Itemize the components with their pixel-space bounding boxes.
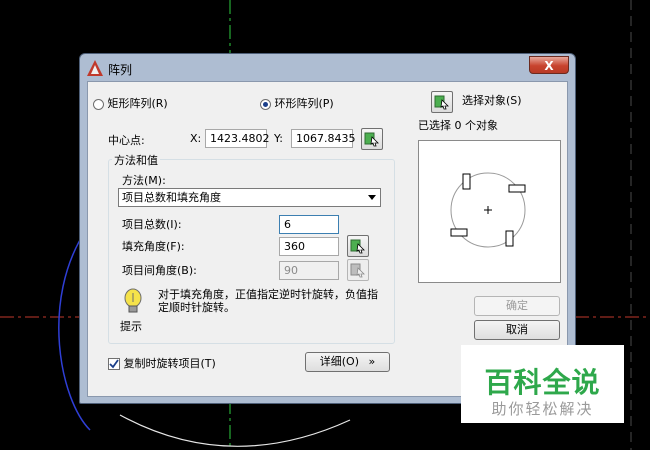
method-group-title: 方法和值 xyxy=(112,152,160,168)
checkmark-icon xyxy=(109,359,119,369)
select-objects-label-group: 选择对象(S) xyxy=(462,92,522,108)
pick-angle-disabled-icon xyxy=(350,263,365,278)
center-x-field[interactable]: 1423.4802 xyxy=(205,129,270,148)
tip-text: 对于填充角度，正值指定逆时针旋转，负值指定顺时针旋转。 xyxy=(158,288,378,314)
autocad-app-icon xyxy=(87,60,103,76)
details-label: 详细 xyxy=(319,355,342,368)
preview-drawing xyxy=(450,172,526,248)
pick-angle-icon xyxy=(350,239,365,254)
pick-angle-between-button xyxy=(347,259,369,281)
polar-array-option[interactable]: 环形阵列(P) xyxy=(260,95,334,111)
tip-label: 提示 xyxy=(120,320,142,333)
rotate-items-label: 复制时旋转项目 xyxy=(123,357,201,370)
cancel-button[interactable]: 取消 xyxy=(474,320,560,340)
angle-between-label: 项目间角度(B): xyxy=(122,264,197,277)
center-x-label: X: xyxy=(190,132,202,145)
dialog-title: 阵列 xyxy=(108,63,133,77)
rect-array-option[interactable]: 矩形阵列(R) xyxy=(93,95,168,111)
details-key: (O) xyxy=(341,355,359,368)
rect-array-key: (R) xyxy=(151,97,168,110)
select-objects-icon xyxy=(434,95,449,110)
white-arc xyxy=(119,414,351,447)
dropdown-arrow-icon xyxy=(368,195,376,200)
total-items-field[interactable]: 6 xyxy=(279,215,339,234)
total-items-label: 项目总数(I): xyxy=(122,218,182,231)
polar-array-key: (P) xyxy=(318,97,334,110)
select-objects-label: 选择对象 xyxy=(462,94,506,107)
details-button[interactable]: 详细(O) » xyxy=(305,352,390,372)
watermark: 百科全说 助你轻松解决 xyxy=(461,345,624,423)
pick-center-button[interactable] xyxy=(361,128,383,150)
details-chevron-icon: » xyxy=(368,355,376,368)
rect-array-label: 矩形阵列 xyxy=(107,97,152,110)
fill-angle-field[interactable]: 360 xyxy=(279,237,339,256)
center-point-label: 中心点: xyxy=(108,134,145,147)
title-bar[interactable]: 阵列 X xyxy=(80,54,575,81)
selection-status: 已选择 0 个对象 xyxy=(418,119,498,132)
rotate-items-key: (T) xyxy=(200,357,216,370)
select-objects-button[interactable] xyxy=(431,91,453,113)
close-button[interactable]: X xyxy=(529,56,569,74)
method-select-value: 项目总数和填充角度 xyxy=(122,191,221,204)
pick-fill-angle-button[interactable] xyxy=(347,235,369,257)
watermark-sub-text: 助你轻松解决 xyxy=(491,400,594,418)
polar-array-label: 环形阵列 xyxy=(274,97,319,110)
angle-between-field: 90 xyxy=(279,261,339,280)
rotate-items-checkbox[interactable] xyxy=(108,358,120,370)
method-label: 方法(M): xyxy=(122,174,166,187)
pick-point-icon xyxy=(364,132,379,147)
lightbulb-icon xyxy=(124,288,142,313)
rotate-items-option[interactable]: 复制时旋转项目(T) xyxy=(108,355,216,371)
rect-array-radio[interactable] xyxy=(93,98,104,110)
method-select[interactable]: 项目总数和填充角度 xyxy=(118,188,381,207)
polar-array-radio[interactable] xyxy=(260,98,271,110)
ok-button[interactable]: 确定 xyxy=(474,296,560,316)
center-y-field[interactable]: 1067.8435 xyxy=(291,129,356,148)
array-preview xyxy=(418,140,561,283)
fill-angle-label: 填充角度(F): xyxy=(122,240,185,253)
watermark-main-text: 百科全说 xyxy=(484,366,601,399)
select-objects-key: (S) xyxy=(506,94,522,107)
center-y-label: Y: xyxy=(274,132,283,145)
